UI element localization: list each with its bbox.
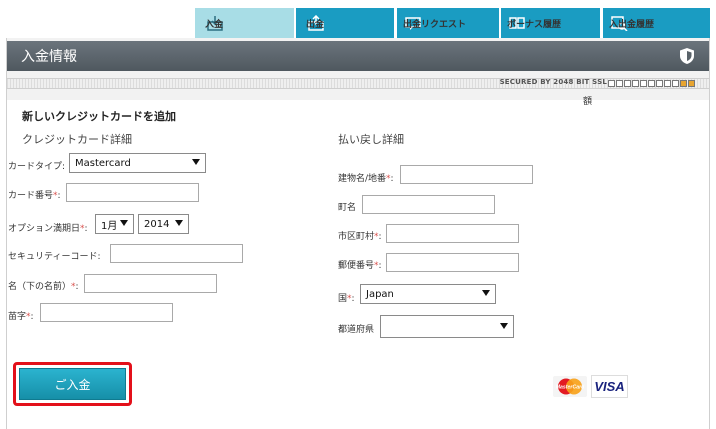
chevron-down-icon — [500, 323, 508, 329]
expiry-month-select[interactable]: 1月 — [95, 214, 134, 234]
postal-input[interactable] — [386, 253, 519, 272]
card-section-title: クレジットカード詳細 — [22, 133, 132, 146]
submit-highlight: ご入金 — [13, 362, 132, 406]
tab-withdraw[interactable]: 出金 — [296, 8, 394, 38]
shield-icon — [679, 47, 695, 65]
expiry-month-value: 1月 — [101, 220, 118, 232]
deposit-submit-button[interactable]: ご入金 — [19, 368, 126, 400]
card-number-label: カード番号*: — [8, 191, 61, 201]
visa-logo: VISA — [591, 375, 628, 398]
town-label: 町名 — [338, 203, 357, 213]
ssl-security-bar: SECURED BY 2048 BIT SSL — [7, 78, 709, 89]
country-label: 国*: — [338, 294, 355, 304]
chevron-down-icon — [482, 290, 490, 296]
card-type-select[interactable]: Mastercard — [69, 153, 206, 173]
expiry-year-value: 2014 — [144, 218, 170, 230]
ssl-strength-indicator — [608, 80, 695, 87]
prefecture-label: 都道府県 — [338, 325, 375, 335]
tab-withdraw-label: 出金 — [306, 19, 325, 30]
tab-withdraw-request-label: 出金リクエスト — [403, 19, 467, 30]
form-title: 新しいクレジットカードを追加 — [22, 110, 176, 123]
mastercard-logo-text: MasterCard — [556, 385, 585, 391]
card-type-value: Mastercard — [75, 157, 131, 169]
section-title: 入金情報 — [21, 49, 77, 65]
country-value: Japan — [366, 288, 394, 300]
expiry-year-select[interactable]: 2014 — [138, 214, 189, 234]
first-name-label: 名（下の名前）*: — [8, 282, 79, 292]
section-header: 入金情報 — [7, 41, 709, 71]
city-input[interactable] — [386, 224, 519, 243]
amount-label: 額 — [583, 97, 593, 107]
tab-bar: 入金 出金 出金リクエスト ボーナス履歴 入出金履歴 — [6, 6, 710, 38]
chevron-down-icon — [192, 159, 200, 165]
chevron-down-icon — [120, 220, 128, 226]
tab-deposit-label: 入金 — [205, 19, 224, 30]
tab-withdraw-request[interactable]: 出金リクエスト — [397, 8, 499, 38]
last-name-input[interactable] — [40, 303, 173, 322]
refund-section-title: 払い戻し詳細 — [338, 133, 404, 146]
tab-transaction-history-label: 入出金履歴 — [609, 19, 655, 30]
building-input[interactable] — [400, 165, 533, 184]
country-select[interactable]: Japan — [360, 284, 496, 304]
tab-deposit[interactable]: 入金 — [195, 8, 294, 38]
tab-transaction-history[interactable]: 入出金履歴 — [603, 8, 710, 38]
card-type-label: カードタイプ: — [8, 162, 66, 172]
ssl-text: SECURED BY 2048 BIT SSL — [499, 78, 607, 86]
postal-label: 郵便番号*: — [338, 261, 382, 271]
card-number-input[interactable] — [66, 183, 199, 202]
tab-bonus-history-label: ボーナス履歴 — [507, 19, 562, 30]
mastercard-logo: MasterCard — [553, 376, 587, 397]
prefecture-select[interactable] — [380, 315, 514, 338]
tab-bonus-history[interactable]: ボーナス履歴 — [501, 8, 600, 38]
city-label: 市区町村*: — [338, 232, 382, 242]
last-name-label: 苗字*: — [8, 312, 34, 322]
security-code-input[interactable] — [110, 244, 243, 263]
town-input[interactable] — [362, 195, 495, 214]
first-name-input[interactable] — [84, 274, 217, 293]
security-code-label: セキュリティーコード: — [8, 252, 101, 262]
chevron-down-icon — [175, 220, 183, 226]
expiry-label: オプション満期日*: — [8, 224, 88, 234]
building-label: 建物名/地番*: — [338, 174, 394, 184]
